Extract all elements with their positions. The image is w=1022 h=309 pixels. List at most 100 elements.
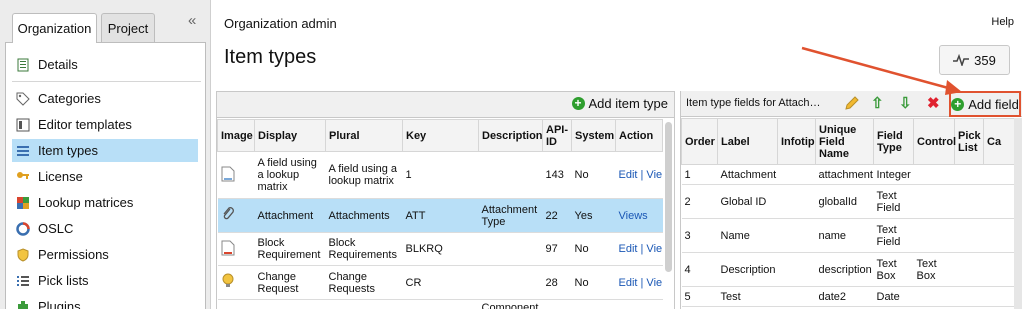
add-icon: +: [951, 97, 965, 111]
row-plural: Change Requests: [325, 265, 403, 300]
field-unique-name: date2: [815, 286, 874, 307]
tag-icon: [16, 92, 30, 106]
row-key: 1: [402, 151, 479, 199]
table-row[interactable]: Change Request Change Requests CR 28 No …: [217, 265, 663, 300]
vertical-scrollbar[interactable]: [1014, 118, 1022, 309]
field-type: Integer: [873, 164, 914, 185]
column-header[interactable]: Plural: [325, 119, 403, 152]
field-order: 2: [681, 184, 718, 219]
column-header[interactable]: Pick List: [954, 118, 984, 165]
table-row[interactable]: A field using a lookup matrix A field us…: [217, 151, 663, 199]
row-image: [217, 232, 255, 266]
column-header[interactable]: System: [571, 119, 616, 152]
sidebar-item-editor-templates[interactable]: Editor templates: [12, 113, 198, 136]
field-control: [913, 286, 955, 307]
field-order: 4: [681, 252, 718, 287]
field-pick-list: [954, 252, 984, 287]
sidebar-item-item-types[interactable]: Item types: [12, 139, 198, 162]
column-header[interactable]: API-ID: [542, 119, 572, 152]
table-row-selected[interactable]: Attachment Attachments ATT Attachment Ty…: [217, 198, 663, 233]
table-row[interactable]: 1 Attachment attachment Integer: [681, 164, 1022, 185]
sidebar-item-categories[interactable]: Categories: [12, 87, 198, 110]
column-header[interactable]: Control: [913, 118, 956, 165]
vertical-scrollbar[interactable]: [665, 122, 672, 272]
field-control: [913, 164, 955, 185]
row-action-link[interactable]: Views: [615, 198, 663, 233]
fields-toolbar: Item type fields for Attach… ⇧ ⇩ ✖ + Add…: [681, 91, 1022, 117]
activity-counter-button[interactable]: 359: [939, 45, 1010, 75]
sidebar-item-permissions[interactable]: Permissions: [12, 243, 198, 266]
sidebar-item-license[interactable]: License: [12, 165, 198, 188]
field-type: Text Box: [873, 252, 914, 287]
sidebar-item-plugins[interactable]: Plugins: [12, 295, 198, 309]
column-header[interactable]: Key: [402, 119, 479, 152]
move-up-icon[interactable]: ⇧: [871, 95, 884, 112]
column-header[interactable]: Unique Field Name: [815, 118, 874, 165]
table-row[interactable]: 2 Global ID globalId Text Field: [681, 184, 1022, 219]
field-type: Date: [873, 286, 914, 307]
divider: [12, 81, 201, 82]
row-image: [217, 299, 255, 309]
delete-icon[interactable]: ✖: [927, 95, 940, 112]
pencil-icon[interactable]: [844, 95, 860, 111]
row-image: [217, 198, 255, 233]
matrix-icon: [17, 196, 29, 209]
sidebar-item-label: OSLC: [38, 221, 74, 236]
column-header[interactable]: Label: [717, 118, 778, 165]
field-label: Description: [717, 252, 778, 287]
item-types-table: Image Display Plural Key Description API…: [217, 119, 663, 309]
row-action-link[interactable]: Edit | Vie: [615, 265, 663, 300]
sidebar-item-label: Item types: [38, 143, 98, 158]
tab-organization[interactable]: Organization: [12, 13, 97, 43]
column-header[interactable]: Infotip: [777, 118, 816, 165]
page-title: Item types: [224, 46, 317, 68]
document-icon: [221, 240, 234, 255]
row-display: Change Request: [254, 265, 326, 300]
row-display: [254, 299, 326, 309]
row-plural: Block Requirements: [325, 232, 403, 266]
sidebar-item-details[interactable]: Details: [12, 53, 198, 76]
row-api-id: 28: [542, 265, 572, 300]
column-header[interactable]: Order: [681, 118, 718, 165]
tab-project[interactable]: Project: [101, 13, 155, 42]
table-row[interactable]: 4 Description description Text Box Text …: [681, 252, 1022, 287]
sidebar-item-label: Details: [38, 57, 78, 72]
column-header[interactable]: Image: [217, 119, 255, 152]
column-header[interactable]: Field Type: [873, 118, 914, 165]
move-down-icon[interactable]: ⇩: [899, 95, 912, 112]
sidebar-item-pick-lists[interactable]: Pick lists: [12, 269, 198, 292]
column-header[interactable]: Display: [254, 119, 326, 152]
row-api-id: 97: [542, 232, 572, 266]
row-description: Component: [478, 299, 543, 309]
column-header[interactable]: Description: [478, 119, 543, 152]
field-unique-name: globalId: [815, 184, 874, 219]
row-action-link[interactable]: Edit | Vie: [615, 151, 663, 199]
field-control: [913, 184, 955, 219]
row-key: ATT: [402, 198, 479, 233]
field-infotip: [777, 218, 816, 253]
table-row[interactable]: Block Requirement Block Requirements BLK…: [217, 232, 663, 266]
row-action-link[interactable]: Edit | Vie: [615, 232, 663, 266]
table-row[interactable]: Component: [217, 299, 663, 309]
item-types-toolbar: + Add item type: [217, 92, 674, 118]
row-action-link[interactable]: [615, 299, 663, 309]
add-field-button[interactable]: + Add field: [949, 91, 1021, 117]
collapse-sidebar-icon[interactable]: «: [188, 12, 196, 29]
column-header[interactable]: Action: [615, 119, 663, 152]
plugin-icon: [18, 300, 28, 309]
table-row[interactable]: 3 Name name Text Field: [681, 218, 1022, 253]
item-type-fields-panel: Item type fields for Attach… ⇧ ⇩ ✖ + Add…: [680, 91, 1022, 309]
row-key: [402, 299, 479, 309]
activity-icon: [953, 54, 970, 66]
row-api-id: 143: [542, 151, 572, 199]
sidebar-item-label: Plugins: [38, 299, 81, 309]
sidebar-item-lookup-matrices[interactable]: Lookup matrices: [12, 191, 198, 214]
help-link[interactable]: Help: [991, 16, 1014, 28]
add-item-type-button[interactable]: + Add item type: [571, 96, 668, 111]
sidebar-item-oslc[interactable]: OSLC: [12, 217, 198, 240]
sidebar-item-label: Categories: [38, 91, 101, 106]
field-type: Text Field: [873, 218, 914, 253]
row-image: [217, 151, 255, 199]
key-icon: [17, 171, 29, 179]
table-row[interactable]: 5 Test date2 Date: [681, 286, 1022, 307]
